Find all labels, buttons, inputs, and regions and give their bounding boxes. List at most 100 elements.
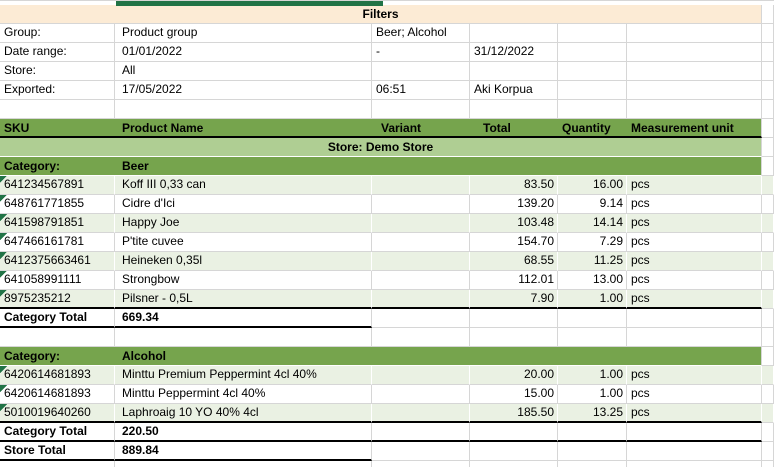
unit-cell[interactable]: pcs [627, 233, 762, 252]
store-total-value-cell[interactable]: 889.84 [115, 442, 372, 461]
unit-cell[interactable]: pcs [627, 385, 762, 404]
category-name-cell[interactable]: Alcohol [115, 347, 372, 365]
unit-cell[interactable]: pcs [627, 271, 762, 290]
category-label-cell[interactable]: Category: [0, 157, 115, 175]
variant-cell[interactable] [372, 385, 470, 404]
filter-value-cell[interactable] [470, 24, 558, 43]
product-name-cell[interactable]: Koff III 0,33 can [115, 176, 372, 195]
sku-cell[interactable]: 6412375663461 [0, 252, 115, 271]
total-cell[interactable]: 154.70 [470, 233, 558, 252]
filter-label-cell[interactable]: Exported: [0, 81, 115, 100]
filter-label-cell[interactable]: Date range: [0, 43, 115, 62]
filter-label-cell[interactable]: Group: [0, 24, 115, 43]
category-total-value-cell[interactable]: 669.34 [115, 309, 372, 328]
quantity-cell[interactable]: 7.29 [558, 233, 627, 252]
quantity-cell[interactable]: 1.00 [558, 290, 627, 309]
total-cell[interactable]: 7.90 [470, 290, 558, 309]
filter-value-cell[interactable]: Aki Korpua [470, 81, 558, 100]
category-total-value-cell[interactable]: 220.50 [115, 423, 372, 442]
column-header-measurement-unit[interactable]: Measurement unit [627, 119, 762, 136]
quantity-cell[interactable]: 16.00 [558, 176, 627, 195]
category-total-label-cell[interactable]: Category Total [0, 309, 115, 328]
product-name-cell[interactable]: Laphroaig 10 YO 40% 4cl [115, 404, 372, 423]
total-cell[interactable]: 20.00 [470, 366, 558, 385]
column-header-product-name[interactable]: Product Name [115, 119, 372, 136]
filters-title-cell[interactable]: Filters [0, 5, 762, 24]
filter-value-cell[interactable]: 01/01/2022 [115, 43, 372, 62]
unit-cell[interactable]: pcs [627, 252, 762, 271]
quantity-cell[interactable]: 9.14 [558, 195, 627, 214]
product-name-cell[interactable]: Happy Joe [115, 214, 372, 233]
variant-cell[interactable] [372, 195, 470, 214]
product-name-cell[interactable]: Strongbow [115, 271, 372, 290]
total-cell[interactable]: 139.20 [470, 195, 558, 214]
variant-cell[interactable] [372, 290, 470, 309]
filter-value-cell[interactable]: 31/12/2022 [470, 43, 558, 62]
filter-value-cell[interactable]: All [115, 62, 372, 81]
filter-row-date-range: Date range: 01/01/2022 - 31/12/2022 [0, 43, 774, 62]
filter-value-cell[interactable] [372, 62, 470, 81]
table-row: 5010019640260 Laphroaig 10 YO 40% 4cl 18… [0, 404, 774, 423]
variant-cell[interactable] [372, 366, 470, 385]
sku-cell[interactable]: 5010019640260 [0, 404, 115, 423]
variant-cell[interactable] [372, 252, 470, 271]
sku-cell[interactable]: 641234567891 [0, 176, 115, 195]
unit-cell[interactable]: pcs [627, 176, 762, 195]
total-cell[interactable]: 15.00 [470, 385, 558, 404]
cell-empty [372, 442, 470, 461]
filter-value-cell[interactable]: Beer; Alcohol [372, 24, 470, 43]
cell-empty [762, 442, 774, 461]
quantity-cell[interactable]: 14.14 [558, 214, 627, 233]
filter-value-cell[interactable] [470, 62, 558, 81]
quantity-cell[interactable]: 13.25 [558, 404, 627, 423]
unit-cell[interactable]: pcs [627, 195, 762, 214]
variant-cell[interactable] [372, 214, 470, 233]
variant-cell[interactable] [372, 271, 470, 290]
total-cell[interactable]: 112.01 [470, 271, 558, 290]
product-name-cell[interactable]: Minttu Premium Peppermint 4cl 40% [115, 366, 372, 385]
cell-empty [627, 43, 762, 62]
total-cell[interactable]: 103.48 [470, 214, 558, 233]
unit-cell[interactable]: pcs [627, 290, 762, 309]
quantity-cell[interactable]: 13.00 [558, 271, 627, 290]
column-header-quantity[interactable]: Quantity [558, 119, 627, 136]
variant-cell[interactable] [372, 404, 470, 423]
column-header-total[interactable]: Total [470, 119, 558, 136]
unit-cell[interactable]: pcs [627, 366, 762, 385]
sku-cell[interactable]: 641058991111 [0, 271, 115, 290]
quantity-cell[interactable]: 11.25 [558, 252, 627, 271]
product-name-cell[interactable]: P'tite cuvee [115, 233, 372, 252]
store-banner-cell[interactable]: Store: Demo Store [0, 138, 762, 157]
category-name-cell[interactable]: Beer [115, 157, 372, 175]
quantity-cell[interactable]: 1.00 [558, 385, 627, 404]
category-total-label-cell[interactable]: Category Total [0, 423, 115, 442]
sku-cell[interactable]: 647466161781 [0, 233, 115, 252]
product-name-cell[interactable]: Cidre d'Ici [115, 195, 372, 214]
filter-value-cell[interactable]: - [372, 43, 470, 62]
filter-value-cell[interactable]: Product group [115, 24, 372, 43]
total-cell[interactable]: 68.55 [470, 252, 558, 271]
sku-cell[interactable]: 6420614681893 [0, 366, 115, 385]
variant-cell[interactable] [372, 176, 470, 195]
filter-value-cell[interactable]: 17/05/2022 [115, 81, 372, 100]
product-name-cell[interactable]: Pilsner - 0,5L [115, 290, 372, 309]
column-header-sku[interactable]: SKU [0, 119, 115, 136]
total-cell[interactable]: 185.50 [470, 404, 558, 423]
product-name-cell[interactable]: Heineken 0,35l [115, 252, 372, 271]
sku-cell[interactable]: 648761771855 [0, 195, 115, 214]
store-total-label-cell[interactable]: Store Total [0, 442, 115, 461]
sku-cell[interactable]: 8975235212 [0, 290, 115, 309]
quantity-cell[interactable]: 1.00 [558, 366, 627, 385]
unit-cell[interactable]: pcs [627, 214, 762, 233]
sku-cell[interactable]: 641598791851 [0, 214, 115, 233]
cell-empty [372, 328, 470, 347]
column-header-variant[interactable]: Variant [372, 119, 470, 136]
unit-cell[interactable]: pcs [627, 404, 762, 423]
filter-value-cell[interactable]: 06:51 [372, 81, 470, 100]
variant-cell[interactable] [372, 233, 470, 252]
total-cell[interactable]: 83.50 [470, 176, 558, 195]
sku-cell[interactable]: 6420614681893 [0, 385, 115, 404]
category-label-cell[interactable]: Category: [0, 347, 115, 365]
filter-label-cell[interactable]: Store: [0, 62, 115, 81]
product-name-cell[interactable]: Minttu Peppermint 4cl 40% [115, 385, 372, 404]
